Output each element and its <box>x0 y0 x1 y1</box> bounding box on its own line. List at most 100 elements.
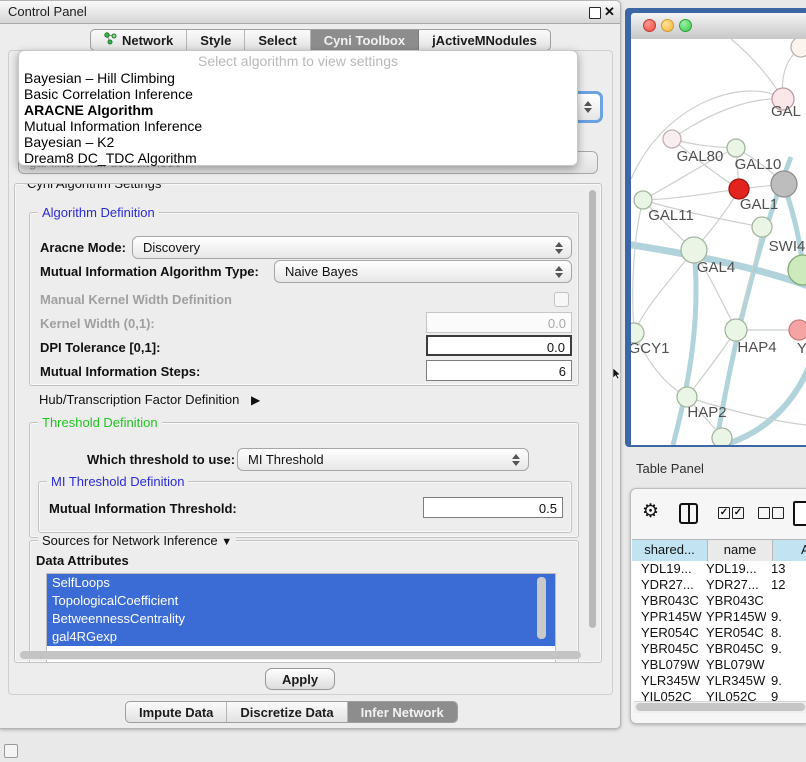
table-row[interactable]: YBR045CYBR045C9. <box>632 641 806 657</box>
tab-discretize-data[interactable]: Discretize Data <box>227 702 347 722</box>
column-header-shared-name[interactable]: shared... <box>632 540 708 561</box>
document-icon[interactable] <box>793 501 806 526</box>
minimized-panel-icon[interactable] <box>4 744 18 758</box>
table-horizontal-scrollbar[interactable] <box>634 701 806 713</box>
network-node[interactable] <box>791 39 806 57</box>
split-columns-icon[interactable] <box>679 503 698 524</box>
kernel-width-label: Kernel Width (0,1): <box>40 316 155 331</box>
hub-definition-toggle[interactable]: Hub/Transcription Factor Definition ▶ <box>39 392 260 407</box>
settings-vertical-scrollbar[interactable] <box>587 188 598 648</box>
node-label: Y <box>797 340 806 357</box>
cell-value: 13 <box>766 561 806 577</box>
gear-icon[interactable]: ⚙ <box>642 501 659 523</box>
scrollbar-thumb[interactable] <box>636 703 805 711</box>
zoom-traffic-light-icon[interactable] <box>679 19 692 32</box>
network-node-gal10[interactable] <box>727 139 745 157</box>
table-row[interactable]: YIL052CYIL052C9 <box>632 689 806 701</box>
data-attributes-list: SelfLoops TopologicalCoefficient Between… <box>46 573 556 663</box>
network-node-salmon[interactable] <box>789 320 806 340</box>
checked-checkbox-icon[interactable]: ✓ <box>732 507 744 519</box>
column-header-name[interactable]: name <box>708 540 773 561</box>
apply-button[interactable]: Apply <box>265 668 335 690</box>
network-node-gray[interactable] <box>771 171 797 197</box>
mi-steps-field[interactable]: 6 <box>426 360 572 381</box>
close-traffic-light-icon[interactable] <box>643 19 656 32</box>
network-window-titlebar[interactable] <box>631 13 806 40</box>
aracne-mode-label: Aracne Mode: <box>40 240 126 255</box>
attribute-item-selected[interactable]: TopologicalCoefficient <box>47 592 555 610</box>
network-canvas[interactable]: GAL80 GAL10 GAL1 GAL11 SWI4 GAL4 GCY1 HA… <box>631 39 806 445</box>
tab-cyni-toolbox[interactable]: Cyni Toolbox <box>311 30 419 50</box>
table-row[interactable]: YBL079WYBL079W <box>632 657 806 673</box>
mi-type-combo[interactable]: Naive Bayes <box>274 260 572 283</box>
cell-value: 9. <box>766 609 806 625</box>
tab-select[interactable]: Select <box>245 30 310 50</box>
stepper-icon <box>512 454 521 466</box>
algorithm-option[interactable]: Basic Correlation Inference <box>19 86 577 102</box>
column-header-partial[interactable]: A <box>773 540 806 561</box>
cell-value <box>766 657 806 673</box>
checked-checkbox-icon[interactable]: ✓ <box>718 507 730 519</box>
which-threshold-combo[interactable]: MI Threshold <box>237 448 529 471</box>
tab-impute-data[interactable]: Impute Data <box>126 702 227 722</box>
tab-style[interactable]: Style <box>187 30 245 50</box>
algorithm-option[interactable]: Dream8 DC_TDC Algorithm <box>19 150 577 166</box>
cell-value: 9. <box>766 641 806 657</box>
list-scrollbar-thumb[interactable] <box>537 577 546 639</box>
tab-jactivemnodules[interactable]: jActiveMNodules <box>419 30 550 50</box>
manual-kernel-checkbox[interactable] <box>554 292 569 307</box>
aracne-mode-combo[interactable]: Discovery <box>132 236 572 259</box>
tab-network[interactable]: Network <box>91 30 187 50</box>
scrollbar-thumb[interactable] <box>20 651 581 659</box>
attribute-item-selected[interactable]: SelfLoops <box>47 574 555 592</box>
table-row[interactable]: YDR27...YDR27...12 <box>632 577 806 593</box>
cell-shared-name: YLR345W <box>632 673 702 689</box>
node-label: GAL <box>771 103 801 120</box>
settings-horizontal-scrollbar[interactable] <box>18 651 583 660</box>
control-panel-tabbar: Network Style Select Cyni Toolbox jActiv… <box>90 29 551 51</box>
kernel-width-field[interactable]: 0.0 <box>426 312 572 333</box>
table-row[interactable]: YER054CYER054C8. <box>632 625 806 641</box>
table-row[interactable]: YLR345WYLR345W9. <box>632 673 806 689</box>
unchecked-checkbox-icon[interactable] <box>758 507 770 519</box>
which-threshold-value: MI Threshold <box>248 452 324 467</box>
minimize-traffic-light-icon[interactable] <box>661 19 674 32</box>
cell-shared-name: YBL079W <box>632 657 702 673</box>
algorithm-option[interactable]: Bayesian – Hill Climbing <box>19 70 577 86</box>
scrollbar-thumb[interactable] <box>589 190 596 628</box>
control-panel-titlebar[interactable]: Control Panel ✕ <box>0 1 620 24</box>
mi-type-label: Mutual Information Algorithm Type: <box>40 264 259 279</box>
algorithm-option[interactable]: Bayesian – K2 <box>19 134 577 150</box>
table-row[interactable]: YPR145WYPR145W9. <box>632 609 806 625</box>
node-label: GAL11 <box>648 207 694 224</box>
close-window-icon[interactable]: ✕ <box>604 1 615 23</box>
node-label: GCY1 <box>631 340 669 357</box>
dpi-tolerance-field[interactable]: 0.0 <box>426 335 572 356</box>
network-node-gal80[interactable] <box>663 130 681 148</box>
table-row[interactable]: YDL19...YDL19...13 <box>632 561 806 577</box>
network-node-hap4[interactable] <box>725 319 747 341</box>
algorithm-option[interactable]: Mutual Information Inference <box>19 118 577 134</box>
mi-threshold-label: Mutual Information Threshold: <box>49 501 237 516</box>
attribute-item-selected[interactable]: gal4RGexp <box>47 628 555 646</box>
network-node[interactable] <box>712 428 732 445</box>
bottom-tabbar: Impute Data Discretize Data Infer Networ… <box>125 701 458 723</box>
tab-infer-network[interactable]: Infer Network <box>348 702 457 722</box>
algorithm-option-selected[interactable]: ARACNE Algorithm <box>19 102 577 118</box>
attribute-item-selected[interactable]: BetweennessCentrality <box>47 610 555 628</box>
sources-group-title[interactable]: Sources for Network Inference ▼ <box>38 533 236 550</box>
table-row[interactable]: YBR043CYBR043C <box>632 593 806 609</box>
algorithm-dropdown-popup: Select algorithm to view settings Bayesi… <box>18 50 578 166</box>
mi-threshold-field[interactable]: 0.5 <box>423 497 563 518</box>
network-view-window: GAL80 GAL10 GAL1 GAL11 SWI4 GAL4 GCY1 HA… <box>625 8 806 447</box>
node-label: GAL4 <box>697 259 735 276</box>
cell-name: YIL052C <box>702 689 766 701</box>
unchecked-checkbox-icon[interactable] <box>772 507 784 519</box>
node-label: HAP4 <box>737 339 776 356</box>
restore-window-icon[interactable] <box>589 7 601 19</box>
network-node-swi4[interactable] <box>752 217 772 237</box>
hub-definition-label: Hub/Transcription Factor Definition <box>39 392 239 407</box>
cell-shared-name: YER054C <box>632 625 702 641</box>
tab-cyni-toolbox-label: Cyni Toolbox <box>324 33 405 48</box>
dpi-tolerance-label: DPI Tolerance [0,1]: <box>40 340 160 355</box>
